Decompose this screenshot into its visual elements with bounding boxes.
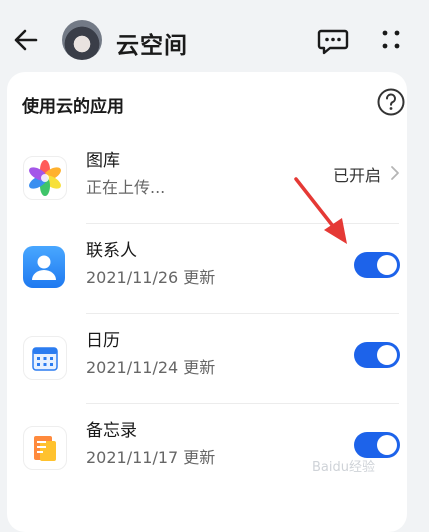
contacts-person-icon — [23, 246, 65, 288]
back-arrow-icon[interactable] — [10, 24, 42, 56]
app-updated-date: 2021/11/26 更新 — [86, 268, 216, 287]
app-name: 联系人 — [86, 241, 137, 261]
watermark: Baidu经验 — [312, 460, 375, 475]
annotation-arrow — [294, 177, 347, 244]
question-circle-icon[interactable] — [376, 87, 406, 117]
notepad-icon — [23, 426, 67, 470]
list-item-notepad: 备忘录 2021/11/17 更新 — [7, 404, 407, 494]
app-name: 图库 — [86, 151, 120, 171]
app-status-text: 正在上传... — [86, 178, 166, 197]
list-item-calendar: 日历 2021/11/24 更新 — [7, 314, 407, 404]
chevron-right-icon — [391, 166, 399, 180]
app-name: 备忘录 — [86, 421, 137, 441]
calendar-sync-toggle[interactable] — [354, 342, 400, 368]
app-updated-date: 2021/11/17 更新 — [86, 448, 216, 467]
top-bar: 云空间 — [0, 0, 429, 80]
app-updated-date: 2021/11/24 更新 — [86, 358, 216, 377]
calendar-icon — [23, 336, 67, 380]
more-icon[interactable] — [374, 24, 408, 56]
toggle-knob — [377, 435, 397, 455]
contacts-sync-toggle[interactable] — [354, 252, 400, 278]
message-icon[interactable] — [316, 24, 350, 56]
gallery-flower-icon — [23, 156, 67, 200]
app-name: 日历 — [86, 331, 120, 351]
section-title: 使用云的应用 — [22, 97, 124, 117]
page-title: 云空间 — [116, 33, 188, 59]
notepad-sync-toggle[interactable] — [354, 432, 400, 458]
avatar[interactable] — [62, 20, 102, 60]
toggle-knob — [377, 345, 397, 365]
toggle-knob — [377, 255, 397, 275]
